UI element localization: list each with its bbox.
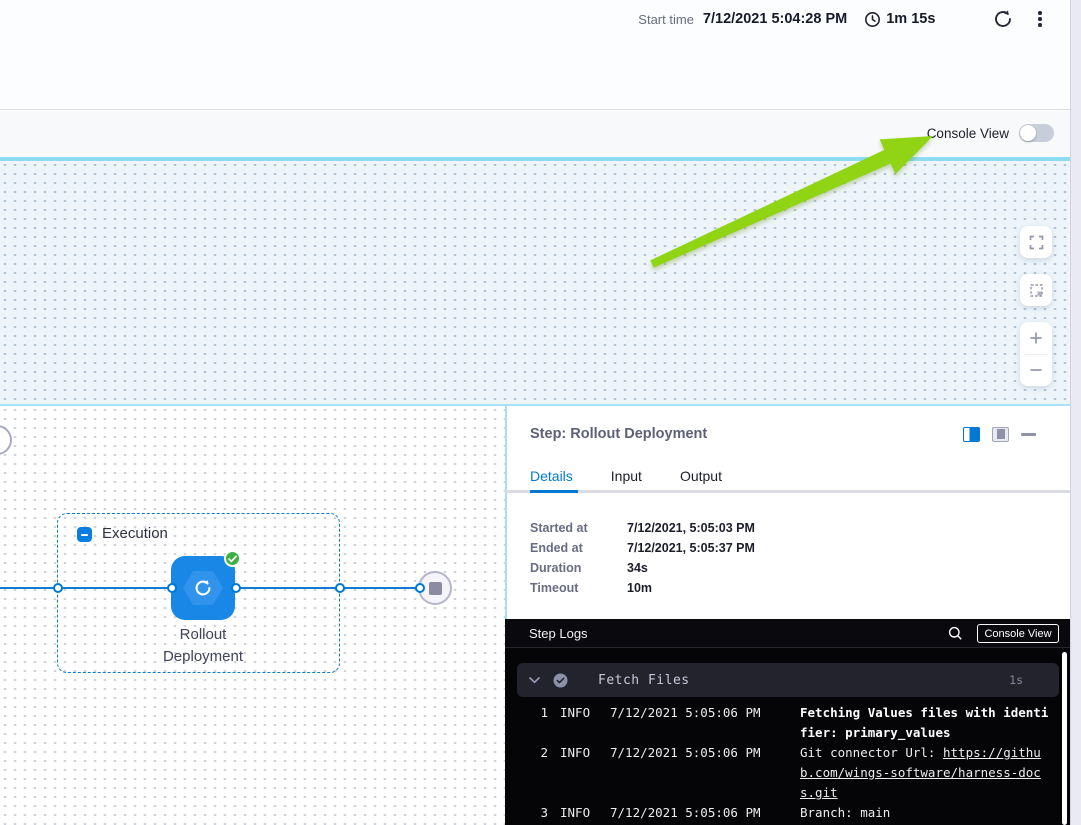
search-logs-button[interactable]	[948, 626, 963, 641]
offscreen-node	[0, 425, 12, 455]
field-label: Ended at	[530, 541, 627, 555]
log-timestamp: 7/12/2021 5:05:06 PM	[610, 703, 788, 723]
log-timestamp: 7/12/2021 5:05:06 PM	[610, 803, 788, 823]
log-line-number: 2	[532, 743, 548, 763]
log-lines: 1 INFO 7/12/2021 5:05:06 PM Fetching Val…	[505, 703, 1063, 823]
log-message: Branch: main	[800, 803, 1054, 823]
field-value: 7/12/2021, 5:05:03 PM	[627, 521, 755, 535]
plus-icon	[1028, 330, 1044, 346]
success-check-icon	[553, 673, 568, 688]
layout-split-right-icon[interactable]	[963, 427, 980, 442]
logs-console-view-button[interactable]: Console View	[977, 624, 1059, 643]
active-tab-underline	[530, 490, 578, 493]
start-time-label: Start time	[638, 12, 694, 27]
log-row: 3 INFO 7/12/2021 5:05:06 PM Branch: main	[505, 803, 1063, 823]
log-section-duration: 1s	[1009, 673, 1023, 687]
stage-graph-canvas[interactable]	[0, 161, 1070, 404]
log-timestamp: 7/12/2021 5:05:06 PM	[610, 743, 788, 763]
log-level: INFO	[560, 743, 598, 763]
refresh-button[interactable]	[993, 9, 1013, 29]
connector-point	[335, 583, 345, 593]
chevron-down-icon	[529, 677, 540, 684]
page-scrollbar[interactable]	[1070, 0, 1081, 825]
success-badge	[224, 550, 241, 567]
tab-details[interactable]: Details	[530, 468, 573, 490]
kebab-menu-button[interactable]	[1036, 9, 1044, 29]
connector-point	[231, 583, 241, 593]
execution-meta: Start time 7/12/2021 5:04:28 PM 1m 15s	[638, 9, 1044, 29]
details-tabs: Details Input Output	[530, 468, 722, 490]
minimize-panel-button[interactable]	[1021, 433, 1036, 436]
rollout-deployment-node[interactable]	[171, 556, 235, 620]
log-message: Fetching Values files with identifier: p…	[800, 703, 1054, 743]
rollout-icon	[192, 577, 214, 599]
log-line-number: 1	[532, 703, 548, 723]
tabs-separator	[505, 490, 1070, 493]
fit-view-icon	[1029, 283, 1044, 298]
field-row: Started at 7/12/2021, 5:05:03 PM	[530, 518, 755, 538]
step-logs-title: Step Logs	[529, 626, 588, 641]
step-graph-canvas[interactable]: Execution Rollout Deployment	[0, 406, 505, 825]
graph-toolbar: Console View	[0, 111, 1070, 157]
logs-area: Fetch Files 1s 1 INFO 7/12/2021 5:05:06 …	[505, 648, 1070, 825]
layout-split-center-icon[interactable]	[992, 427, 1009, 442]
fit-view-button[interactable]	[1020, 274, 1052, 306]
tab-input[interactable]: Input	[611, 468, 642, 490]
field-value: 10m	[627, 581, 652, 595]
field-label: Timeout	[530, 581, 627, 595]
fullscreen-button[interactable]	[1020, 226, 1052, 258]
zoom-out-button[interactable]	[1020, 355, 1052, 387]
log-section-header[interactable]: Fetch Files 1s	[517, 663, 1059, 697]
collapse-execution-button[interactable]	[77, 527, 92, 542]
field-row: Duration 34s	[530, 558, 755, 578]
search-icon	[948, 626, 963, 641]
pipeline-execution-screen: Start time 7/12/2021 5:04:28 PM 1m 15s C…	[0, 0, 1081, 825]
tab-output[interactable]: Output	[680, 468, 722, 490]
zoom-in-button[interactable]	[1020, 322, 1052, 354]
toggle-knob	[1020, 125, 1036, 141]
step-logs-bar: Step Logs Console View	[505, 619, 1070, 648]
step-fields: Started at 7/12/2021, 5:05:03 PM Ended a…	[530, 518, 755, 598]
field-label: Started at	[530, 521, 627, 535]
fullscreen-icon	[1029, 235, 1044, 250]
connector-point	[415, 583, 425, 593]
stop-icon	[429, 582, 442, 595]
log-message: Git connector Url: https://github.com/wi…	[800, 743, 1054, 803]
connector-point	[167, 583, 177, 593]
field-row: Ended at 7/12/2021, 5:05:37 PM	[530, 538, 755, 558]
elapsed-time: 1m 15s	[886, 11, 935, 27]
log-section-name: Fetch Files	[598, 673, 690, 688]
field-row: Timeout 10m	[530, 578, 755, 598]
panel-title: Step: Rollout Deployment	[530, 426, 707, 442]
panel-left-accent	[505, 406, 507, 619]
step-details-panel: Step: Rollout Deployment Details Input O…	[505, 406, 1070, 825]
minus-icon	[1028, 362, 1044, 378]
console-view-label: Console View	[927, 126, 1009, 141]
execution-group-label: Execution	[102, 525, 168, 542]
clock-icon	[864, 11, 881, 28]
start-time-value: 7/12/2021 5:04:28 PM	[703, 11, 847, 27]
check-icon	[228, 555, 237, 563]
console-view-toggle[interactable]	[1019, 124, 1054, 142]
log-level: INFO	[560, 803, 598, 823]
log-row: 1 INFO 7/12/2021 5:05:06 PM Fetching Val…	[505, 703, 1063, 743]
top-header: Start time 7/12/2021 5:04:28 PM 1m 15s	[0, 0, 1070, 110]
field-label: Duration	[530, 561, 627, 575]
log-message-prefix: Git connector Url:	[800, 745, 943, 760]
log-row: 2 INFO 7/12/2021 5:05:06 PM Git connecto…	[505, 743, 1063, 803]
connector-point	[53, 583, 63, 593]
node-label: Rollout Deployment	[148, 624, 258, 668]
log-line-number: 3	[532, 803, 548, 823]
field-value: 7/12/2021, 5:05:37 PM	[627, 541, 755, 555]
zoom-button-group	[1020, 322, 1052, 386]
log-level: INFO	[560, 703, 598, 723]
logs-scrollbar[interactable]	[1062, 652, 1067, 825]
field-value: 34s	[627, 561, 648, 575]
